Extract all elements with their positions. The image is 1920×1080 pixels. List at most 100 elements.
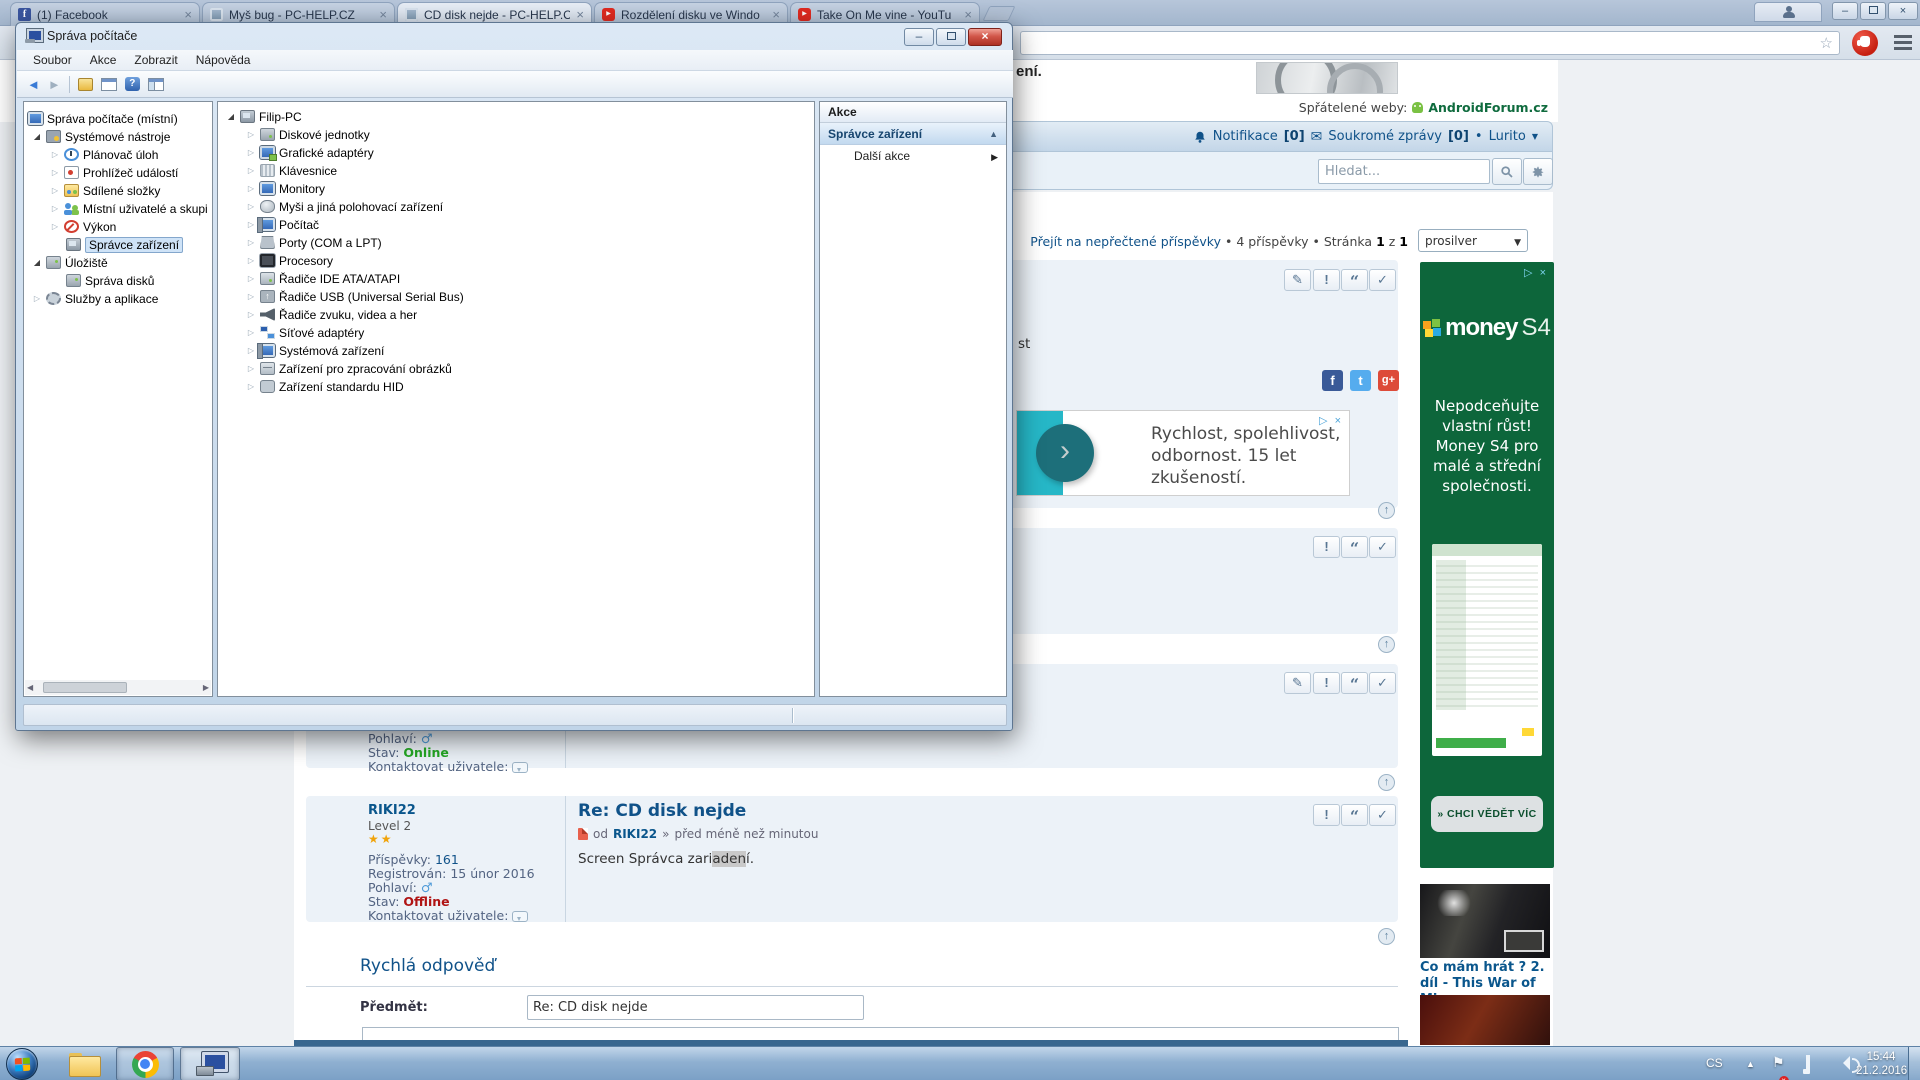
clock[interactable]: 15:44 21.2.2016 xyxy=(1856,1050,1906,1080)
byline-author[interactable]: RIKI22 xyxy=(613,827,657,841)
search-button[interactable] xyxy=(1492,158,1522,185)
expander-closed-icon[interactable] xyxy=(246,292,256,301)
twitter-share-icon[interactable]: t xyxy=(1350,370,1371,391)
posts-count[interactable]: 161 xyxy=(435,852,459,867)
device-usb-controllers[interactable]: Řadiče USB (Universal Serial Bus) xyxy=(246,288,464,305)
tree-item-shared-folders[interactable]: Sdílené složky xyxy=(50,182,160,199)
device-mice[interactable]: Myši a jiná polohovací zařízení xyxy=(246,198,443,215)
menu-soubor[interactable]: Soubor xyxy=(25,50,80,71)
horizontal-scrollbar[interactable]: ◀ ▶ xyxy=(25,680,211,695)
tree-item-storage[interactable]: Úložiště xyxy=(32,254,108,271)
tree-item-disk-management[interactable]: Správa disků xyxy=(66,272,154,289)
expander-closed-icon[interactable] xyxy=(50,150,60,159)
scroll-top-link[interactable] xyxy=(1378,502,1395,519)
report-post-button[interactable] xyxy=(1313,804,1340,826)
show-action-pane-icon[interactable] xyxy=(148,78,164,91)
expander-closed-icon[interactable] xyxy=(50,186,60,195)
device-hid-devices[interactable]: Zařízení standardu HID xyxy=(246,378,404,395)
collapse-icon[interactable]: ▲ xyxy=(989,123,998,145)
accept-post-button[interactable] xyxy=(1369,269,1396,291)
start-button[interactable] xyxy=(6,1048,38,1080)
menu-akce[interactable]: Akce xyxy=(82,50,125,71)
expander-closed-icon[interactable] xyxy=(50,222,60,231)
tree-item-system-tools[interactable]: Systémové nástroje xyxy=(32,128,170,145)
notifications-link[interactable]: Notifikace xyxy=(1213,129,1278,144)
money-s4-ad[interactable]: money S4 Nepodceňujte vlastní růst! Mone… xyxy=(1420,262,1554,868)
show-desktop-button[interactable] xyxy=(1908,1047,1920,1080)
scroll-top-link[interactable] xyxy=(1378,636,1395,653)
inline-ad-banner[interactable]: Rychlost, spolehlivost, odbornost. 15 le… xyxy=(1016,410,1350,496)
language-indicator[interactable]: CS xyxy=(1706,1056,1723,1080)
expander-closed-icon[interactable] xyxy=(246,364,256,373)
console-icon[interactable] xyxy=(78,78,93,91)
expander-closed-icon[interactable] xyxy=(246,166,256,175)
googleplus-share-icon[interactable]: g+ xyxy=(1378,370,1399,391)
computer-management-window[interactable]: Správa počítače – × Soubor Akce Zobrazit… xyxy=(15,22,1013,731)
expander-closed-icon[interactable] xyxy=(246,220,256,229)
device-network-adapters[interactable]: Síťové adaptéry xyxy=(246,324,364,341)
expander-closed-icon[interactable] xyxy=(246,328,256,337)
expander-closed-icon[interactable] xyxy=(246,202,256,211)
show-hidden-icons[interactable]: ▲ xyxy=(1746,1059,1755,1080)
edit-post-button[interactable] xyxy=(1284,269,1311,291)
post-title[interactable]: Re: CD disk nejde xyxy=(578,801,746,821)
scroll-top-link[interactable] xyxy=(1378,928,1395,945)
device-ports[interactable]: Porty (COM a LPT) xyxy=(246,234,382,251)
expander-closed-icon[interactable] xyxy=(246,184,256,193)
device-display-adapters[interactable]: Grafické adaptéry xyxy=(246,144,374,161)
expander-closed-icon[interactable] xyxy=(246,148,256,157)
device-imaging-devices[interactable]: Zařízení pro zpracování obrázků xyxy=(246,360,452,377)
expander-closed-icon[interactable] xyxy=(246,130,256,139)
actions-group-device-manager[interactable]: Správce zařízení ▲ xyxy=(820,123,1006,145)
message-bubble-icon[interactable] xyxy=(512,762,528,773)
expander-closed-icon[interactable] xyxy=(246,256,256,265)
search-settings-button[interactable] xyxy=(1523,158,1553,185)
partner-link[interactable]: AndroidForum.cz xyxy=(1428,100,1548,115)
expander-closed-icon[interactable] xyxy=(246,274,256,283)
expander-closed-icon[interactable] xyxy=(50,168,60,177)
article-thumbnail[interactable] xyxy=(1420,884,1550,958)
facebook-share-icon[interactable]: f xyxy=(1322,370,1343,391)
expander-closed-icon[interactable] xyxy=(32,294,42,303)
accept-post-button[interactable] xyxy=(1369,536,1396,558)
tree-item-services[interactable]: Služby a aplikace xyxy=(32,290,158,307)
expander-closed-icon[interactable] xyxy=(246,238,256,247)
menu-zobrazit[interactable]: Zobrazit xyxy=(126,50,185,71)
quote-post-button[interactable] xyxy=(1341,672,1368,694)
tree-item-event-viewer[interactable]: Prohlížeč událostí xyxy=(50,164,178,181)
device-ide-controllers[interactable]: Řadiče IDE ATA/ATAPI xyxy=(246,270,400,287)
tree-item-performance[interactable]: Výkon xyxy=(50,218,116,235)
window-title-bar[interactable]: Správa počítače xyxy=(16,23,1012,49)
device-monitors[interactable]: Monitory xyxy=(246,180,325,197)
report-post-button[interactable] xyxy=(1313,672,1340,694)
tree-item-device-manager-selected[interactable]: Správce zařízení xyxy=(66,236,183,253)
scroll-top-link[interactable] xyxy=(1378,774,1395,791)
post-author[interactable]: RIKI22 xyxy=(368,803,416,818)
money-ad-button[interactable]: » CHCI VĚDĚT VÍC xyxy=(1431,796,1543,832)
chrome-taskbar-button[interactable] xyxy=(116,1047,174,1080)
tree-item-root[interactable]: Správa počítače (místní) xyxy=(28,110,178,127)
quote-post-button[interactable] xyxy=(1341,269,1368,291)
expander-closed-icon[interactable] xyxy=(246,346,256,355)
device-root[interactable]: Filip-PC xyxy=(226,108,302,125)
expander-closed-icon[interactable] xyxy=(246,310,256,319)
actions-more[interactable]: Další akce ▶ xyxy=(820,145,1006,167)
edit-post-button[interactable] xyxy=(1284,672,1311,694)
accept-post-button[interactable] xyxy=(1369,804,1396,826)
explorer-taskbar-button[interactable] xyxy=(58,1047,110,1080)
close-button[interactable]: × xyxy=(968,28,1002,46)
expander-open-icon[interactable] xyxy=(32,258,42,267)
article-thumbnail-2[interactable] xyxy=(1420,995,1550,1045)
computer-management-taskbar-button[interactable] xyxy=(180,1047,240,1080)
menu-napoveda[interactable]: Nápověda xyxy=(188,50,259,71)
show-console-tree-icon[interactable] xyxy=(101,78,117,91)
restore-button[interactable] xyxy=(936,28,966,46)
device-keyboards[interactable]: Klávesnice xyxy=(246,162,337,179)
back-icon[interactable]: ◄ xyxy=(27,78,40,91)
forward-icon[interactable]: ► xyxy=(48,78,61,91)
device-disk-drives[interactable]: Diskové jednotky xyxy=(246,126,370,143)
private-messages-link[interactable]: Soukromé zprávy xyxy=(1328,129,1442,144)
expander-open-icon[interactable] xyxy=(32,132,42,141)
adchoices-icon[interactable] xyxy=(1319,414,1343,427)
scroll-right-icon[interactable]: ▶ xyxy=(203,683,209,692)
